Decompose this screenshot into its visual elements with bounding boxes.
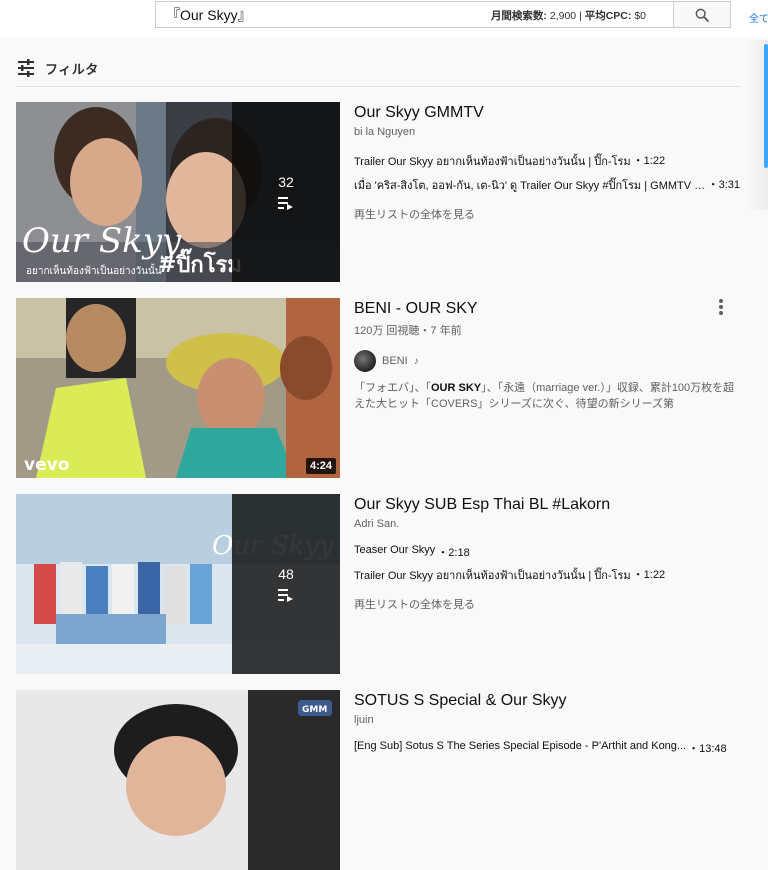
playlist-thumbnail[interactable]: GMM [16, 690, 340, 870]
video-meta: 120万 回視聴・7 年前 [354, 325, 462, 337]
playlist-video-duration: ・3:31 [707, 179, 740, 191]
playlist-video-duration: ・13:48 [688, 743, 727, 755]
desc-part: 「フォエバ」、「 [354, 382, 431, 394]
more-vert-icon [719, 299, 723, 303]
thumbnail-image: vevo [16, 298, 340, 478]
playlist-overlay: 32 [232, 102, 340, 282]
monthly-search-label: 月間検索数: [490, 10, 547, 22]
search-box[interactable]: 『Our Skyy』 月間検索数: 2,900 | 平均CPC: $0 [155, 1, 673, 28]
view-full-playlist-link[interactable]: 再生リストの全体を見る [354, 596, 740, 612]
divider [16, 86, 740, 87]
vevo-logo: vevo [24, 455, 69, 475]
thumb-hashtag-text: #ปิ๊กโรม [158, 248, 242, 278]
playlist-count: 32 [278, 174, 294, 190]
playlist-video-duration: ・1:22 [632, 155, 666, 167]
channel-name[interactable]: ljuin [354, 714, 740, 726]
result-title[interactable]: Our Skyy SUB Esp Thai BL #Lakorn [354, 494, 740, 516]
gmm-logo: GMM [302, 705, 327, 715]
playlist-video-item[interactable]: [Eng Sub] Sotus S The Series Special Epi… [354, 740, 740, 756]
playlist-thumbnail[interactable]: Our Skyy อยากเห็นท้องฟ้าเป็นอย่างวันนั้น… [16, 102, 340, 282]
search-button[interactable] [673, 1, 731, 28]
top-bar: 『Our Skyy』 月間検索数: 2,900 | 平均CPC: $0 全て [0, 0, 768, 38]
playlist-video-item[interactable]: Teaser Our Skyy ・2:18 [354, 544, 740, 560]
result-title[interactable]: SOTUS S Special & Our Skyy [354, 690, 740, 712]
playlist-result: Our Skyy 48 Our Skyy SUB Esp Thai BL #La… [16, 494, 740, 674]
playlist-video-title: Trailer Our Skyy อยากเห็นท้องฟ้าเป็นอย่า… [354, 156, 631, 168]
cpc-label: 平均CPC: [584, 10, 632, 22]
channel-name[interactable]: bi la Nguyen [354, 126, 740, 138]
stats-separator: | [579, 10, 582, 22]
more-actions-button[interactable] [714, 298, 728, 316]
playlist-video-item[interactable]: เมื่อ 'คริส-สิงโต, ออฟ-กัน, เต-นิว' ดู T… [354, 176, 740, 194]
playlist-overlay: 48 [232, 494, 340, 674]
filter-icon [18, 59, 34, 77]
search-icon [695, 8, 709, 22]
view-full-playlist-link[interactable]: 再生リストの全体を見る [354, 206, 740, 222]
result-info: Our Skyy SUB Esp Thai BL #Lakorn Adri Sa… [354, 494, 740, 612]
playlist-count: 48 [278, 566, 294, 582]
playlist-video-duration: ・2:18 [437, 547, 470, 559]
video-description: 「フォエバ」、「OUR SKY」、「永遠（marriage ver.）」収録、累… [354, 380, 740, 412]
thumb-subtitle-text: อยากเห็นท้องฟ้าเป็นอย่างวันนั้น [26, 263, 162, 277]
result-info: SOTUS S Special & Our Skyy ljuin [Eng Su… [354, 690, 740, 756]
search-input[interactable]: 『Our Skyy』 [166, 5, 252, 25]
cpc-value: $0 [634, 10, 646, 22]
filter-label: フィルタ [45, 61, 99, 77]
playlist-video-title: [Eng Sub] Sotus S The Series Special Epi… [354, 740, 687, 752]
result-title[interactable]: BENI - OUR SKY [354, 298, 740, 320]
playlist-video-title: Trailer Our Skyy อยากเห็นท้องฟ้าเป็นอย่า… [354, 570, 631, 582]
avatar[interactable] [354, 350, 376, 372]
playlist-icon [278, 589, 293, 602]
playlist-video-item[interactable]: Trailer Our Skyy อยากเห็นท้องฟ้าเป็นอย่า… [354, 566, 740, 584]
desc-keyword: OUR SKY [431, 382, 482, 394]
playlist-result: Our Skyy อยากเห็นท้องฟ้าเป็นอย่างวันนั้น… [16, 102, 740, 282]
channel-row[interactable]: BENI ♪ [354, 350, 740, 372]
thumbnail-image: GMM [16, 690, 340, 870]
channel-name[interactable]: BENI [382, 355, 408, 367]
playlist-icon [278, 197, 293, 210]
music-note-icon: ♪ [413, 355, 419, 367]
side-panel-accent [764, 44, 768, 168]
playlist-video-item[interactable]: Trailer Our Skyy อยากเห็นท้องฟ้าเป็นอย่า… [354, 152, 740, 170]
monthly-search-value: 2,900 [549, 10, 577, 22]
playlist-video-title: เมื่อ 'คริส-สิงโต, ออฟ-กัน, เต-นิว' ดู T… [354, 180, 706, 192]
result-title[interactable]: Our Skyy GMMTV [354, 102, 740, 124]
playlist-result: GMM SOTUS S Special & Our Skyy ljuin [En… [16, 690, 740, 870]
more-vert-icon [719, 311, 723, 315]
video-thumbnail[interactable]: vevo 4:24 [16, 298, 340, 478]
filter-button[interactable]: フィルタ [16, 58, 99, 78]
video-result: vevo 4:24 BENI - OUR SKY 120万 回視聴・7 年前 B… [16, 298, 740, 478]
video-duration: 4:24 [305, 458, 336, 474]
playlist-thumbnail[interactable]: Our Skyy 48 [16, 494, 340, 674]
more-vert-icon [719, 305, 723, 309]
channel-name[interactable]: Adri San. [354, 518, 740, 530]
keyword-stats: 月間検索数: 2,900 | 平均CPC: $0 [491, 8, 646, 23]
all-link[interactable]: 全て [749, 10, 768, 25]
result-info: Our Skyy GMMTV bi la Nguyen Trailer Our … [354, 102, 740, 222]
result-info: BENI - OUR SKY 120万 回視聴・7 年前 BENI ♪ 「フォエ… [354, 298, 740, 412]
playlist-video-duration: ・1:22 [632, 569, 666, 581]
playlist-video-title: Teaser Our Skyy [354, 544, 436, 556]
